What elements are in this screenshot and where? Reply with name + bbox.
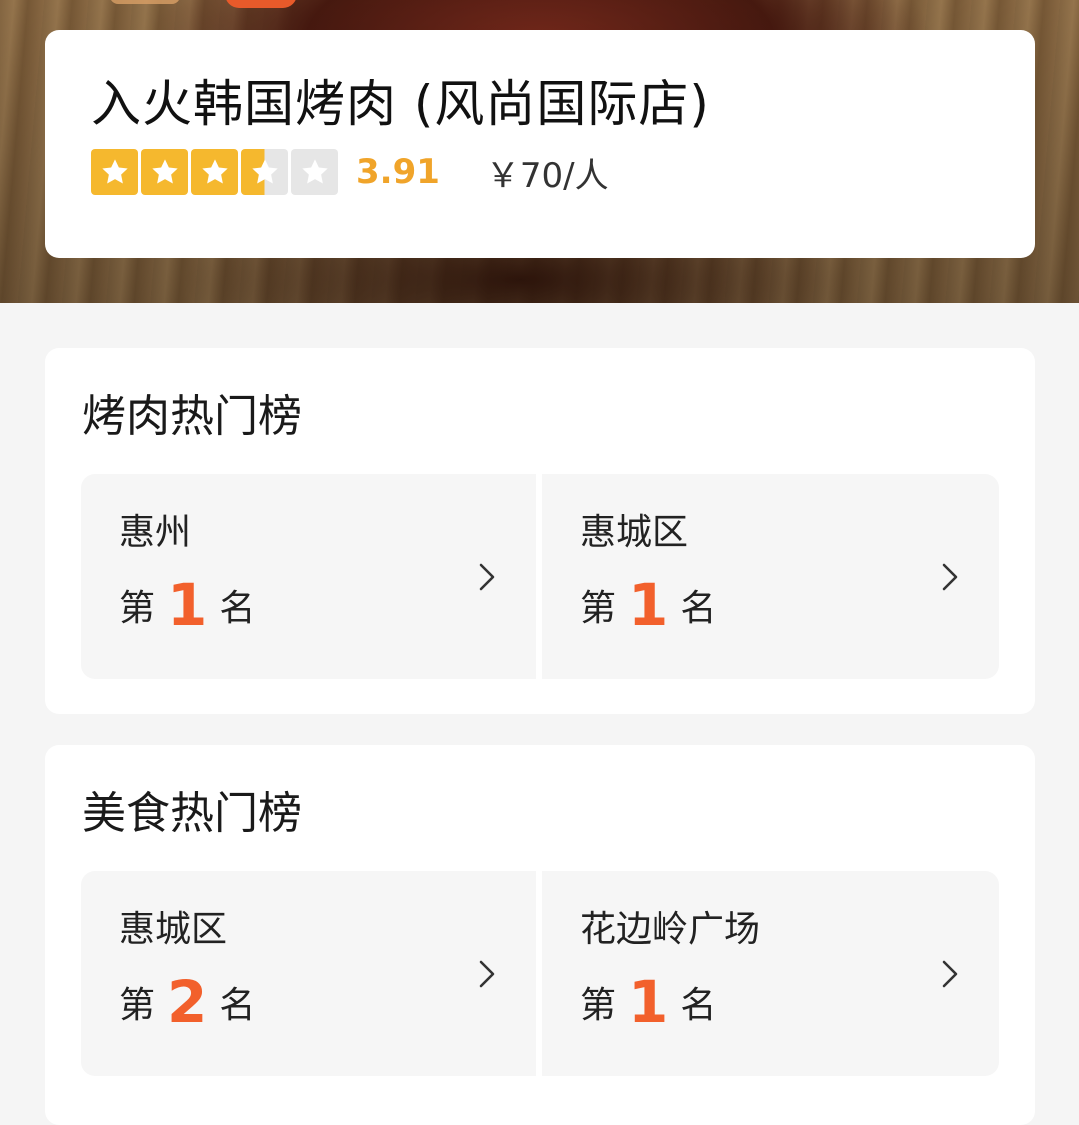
rank-section-bbq: 烤肉热门榜 惠州 第 1 名 惠城区 第 1 名 [45,348,1035,714]
star-icon [91,149,138,195]
rank-item[interactable]: 花边岭广场 第 1 名 [542,871,999,1076]
star-icon [191,149,238,195]
chevron-right-icon [942,960,958,988]
rank-area: 惠城区 [119,909,228,950]
rank-position: 第 1 名 [580,967,716,1037]
rank-item[interactable]: 惠城区 第 2 名 [81,871,536,1076]
rank-area: 惠州 [119,512,192,553]
rank-suffix: 名 [680,588,717,629]
rank-position: 第 1 名 [580,570,716,640]
rank-position: 第 1 名 [119,570,255,640]
rank-area: 花边岭广场 [580,909,761,950]
shop-info-card: 入火韩国烤肉 (风尚国际店) 3.91 ￥70/人 [45,30,1035,258]
rank-suffix: 名 [219,985,256,1026]
rank-area: 惠城区 [580,512,689,553]
hero-tag [225,0,297,8]
price-per-person: ￥70/人 [485,155,609,196]
rank-number: 1 [167,571,208,639]
rank-suffix: 名 [680,985,717,1026]
chevron-right-icon [479,960,495,988]
rank-prefix: 第 [119,588,156,629]
shop-name: 入火韩国烤肉 (风尚国际店) [91,75,710,133]
chevron-right-icon [942,563,958,591]
star-rating [91,149,338,195]
rank-suffix: 名 [219,588,256,629]
rank-number: 1 [628,571,669,639]
half-star-icon [241,149,288,195]
rank-section-food: 美食热门榜 惠城区 第 2 名 花边岭广场 第 1 名 [45,745,1035,1125]
rank-section-title: 美食热门榜 [82,788,302,839]
rating-score: 3.91 [356,152,440,192]
chevron-right-icon [479,563,495,591]
rank-item[interactable]: 惠城区 第 1 名 [542,474,999,679]
star-icon [141,149,188,195]
rank-number: 2 [167,968,208,1036]
hero-decoration [110,0,180,4]
rank-item[interactable]: 惠州 第 1 名 [81,474,536,679]
rank-prefix: 第 [580,588,617,629]
empty-star-icon [291,149,338,195]
rank-number: 1 [628,968,669,1036]
rank-prefix: 第 [580,985,617,1026]
rating-row: 3.91 ￥70/人 [91,148,1035,196]
rank-position: 第 2 名 [119,967,255,1037]
rank-section-title: 烤肉热门榜 [82,391,302,442]
rank-prefix: 第 [119,985,156,1026]
